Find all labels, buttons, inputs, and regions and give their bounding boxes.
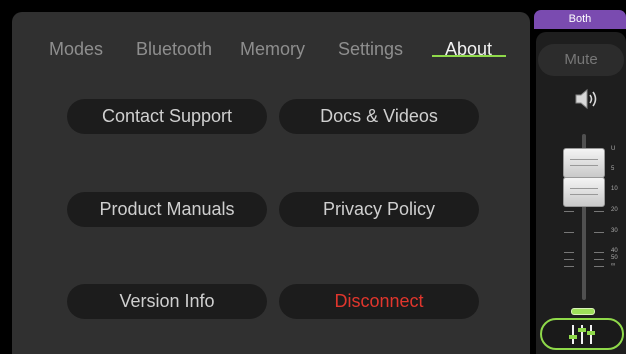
scale-label: 30 [611,228,618,234]
fader-handle-secondary[interactable] [563,177,605,207]
tab-settings[interactable]: Settings [338,36,403,62]
fader-handle[interactable] [563,148,605,178]
scale-tick [564,232,574,233]
mixer-sliders-icon [569,325,595,344]
scale-tick [594,266,604,267]
scale-label: ∞ [611,262,616,268]
scale-tick [564,252,574,253]
scale-tick [564,266,574,267]
settings-panel: Modes Bluetooth Memory Settings About Co… [12,12,530,354]
scale-tick [564,259,574,260]
scale-tick [594,252,604,253]
level-indicator [571,308,595,315]
tab-modes[interactable]: Modes [49,36,103,62]
scale-label: 10 [611,186,618,192]
contact-support-button[interactable]: Contact Support [67,99,267,134]
scale-tick [594,211,604,212]
version-info-button[interactable]: Version Info [67,284,267,319]
product-manuals-button[interactable]: Product Manuals [67,192,267,227]
mixer-button[interactable] [540,318,624,350]
scale-label: U [611,146,616,152]
scale-label: 40 [611,248,618,254]
privacy-policy-button[interactable]: Privacy Policy [279,192,479,227]
tab-memory[interactable]: Memory [240,36,305,62]
scale-label: 20 [611,207,618,213]
tab-about[interactable]: About [445,36,492,62]
channel-strip: Both Mute U 5 10 20 30 40 50 ∞ [534,10,626,354]
scale-label: 50 [611,255,618,261]
target-both-tab[interactable]: Both [534,10,626,29]
scale-label: 5 [611,166,615,172]
disconnect-button[interactable]: Disconnect [279,284,479,319]
tab-bluetooth[interactable]: Bluetooth [136,36,212,62]
docs-videos-button[interactable]: Docs & Videos [279,99,479,134]
mute-button[interactable]: Mute [538,44,624,76]
active-tab-underline [432,55,506,57]
scale-tick [594,259,604,260]
scale-tick [594,232,604,233]
scale-tick [564,211,574,212]
speaker-icon[interactable] [572,86,600,112]
